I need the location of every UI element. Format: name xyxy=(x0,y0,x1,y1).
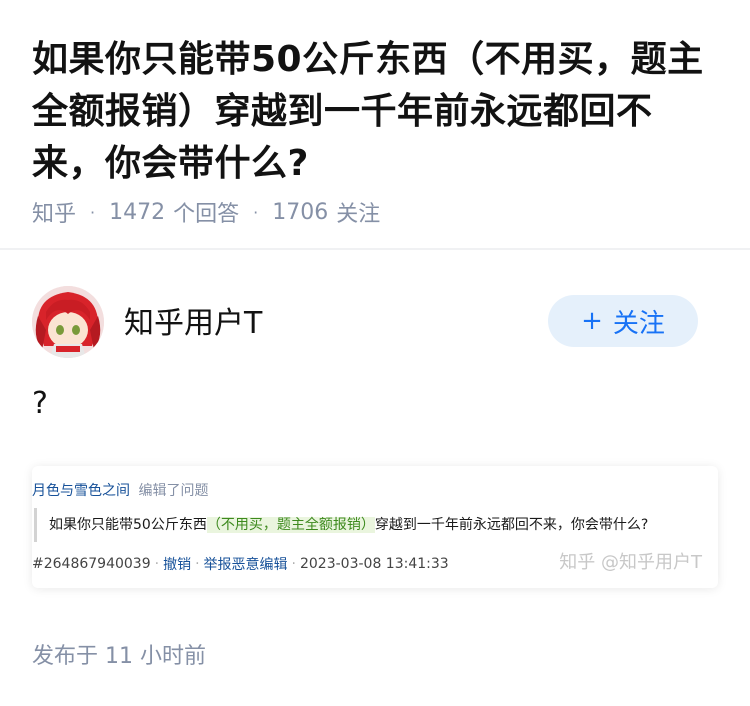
author-name[interactable]: 知乎用户T xyxy=(124,298,262,342)
meta-separator: · xyxy=(90,202,96,222)
published-time: 发布于 11 小时前 xyxy=(32,638,206,670)
anime-avatar-icon xyxy=(32,286,104,358)
follower-count: 1706 xyxy=(272,199,329,225)
source-label[interactable]: 知乎 xyxy=(32,196,76,228)
published-label: 发布于 xyxy=(32,644,99,669)
published-time-value: 11 小时前 xyxy=(105,644,207,669)
edit-timestamp: 2023-03-08 13:41:33 xyxy=(299,556,449,572)
footer-separator: · xyxy=(291,556,296,572)
edited-question-quote: 如果你只能带50公斤东西（不用买，题主全额报销）穿越到一千年前永远都回不来，你会… xyxy=(34,508,714,542)
question-meta: 知乎 · 1472 个回答 · 1706 关注 xyxy=(32,196,380,228)
edit-id: #264867940039 xyxy=(32,556,151,572)
follow-button[interactable]: + 关注 xyxy=(548,295,698,347)
edit-log-card: 月色与雪色之间 编辑了问题 如果你只能带50公斤东西（不用买，题主全额报销）穿越… xyxy=(32,466,718,588)
answer-content: ? xyxy=(32,386,48,421)
meta-separator: · xyxy=(253,202,259,222)
quote-highlight: （不用买，题主全额报销） xyxy=(206,517,375,533)
zhihu-watermark: 知乎 @知乎用户T xyxy=(559,552,702,573)
quote-text-after: 穿越到一千年前永远都回不来，你会带什么? xyxy=(374,517,649,533)
edit-log-header: 月色与雪色之间 编辑了问题 xyxy=(32,480,208,500)
edit-action: 编辑了问题 xyxy=(138,483,209,499)
avatar[interactable] xyxy=(32,286,104,358)
follow-label: 关注 xyxy=(612,308,665,339)
section-divider xyxy=(0,248,750,250)
edit-log-footer: #264867940039 · 撤销 · 举报恶意编辑 · 2023-03-08… xyxy=(32,554,449,574)
undo-link[interactable]: 撤销 xyxy=(163,554,191,574)
quote-text-before: 如果你只能带50公斤东西 xyxy=(49,517,207,533)
footer-separator: · xyxy=(195,556,200,572)
question-title[interactable]: 如果你只能带50公斤东西（不用买，题主全额报销）穿越到一千年前永远都回不来，你会… xyxy=(32,34,712,190)
footer-separator: · xyxy=(154,556,160,572)
answer-count-label: 个回答 xyxy=(173,202,240,227)
answer-count: 1472 xyxy=(109,199,166,225)
editor-link[interactable]: 月色与雪色之间 xyxy=(32,483,130,499)
follower-count-label: 关注 xyxy=(336,202,381,227)
plus-icon: + xyxy=(581,306,603,336)
report-edit-link[interactable]: 举报恶意编辑 xyxy=(204,554,288,574)
